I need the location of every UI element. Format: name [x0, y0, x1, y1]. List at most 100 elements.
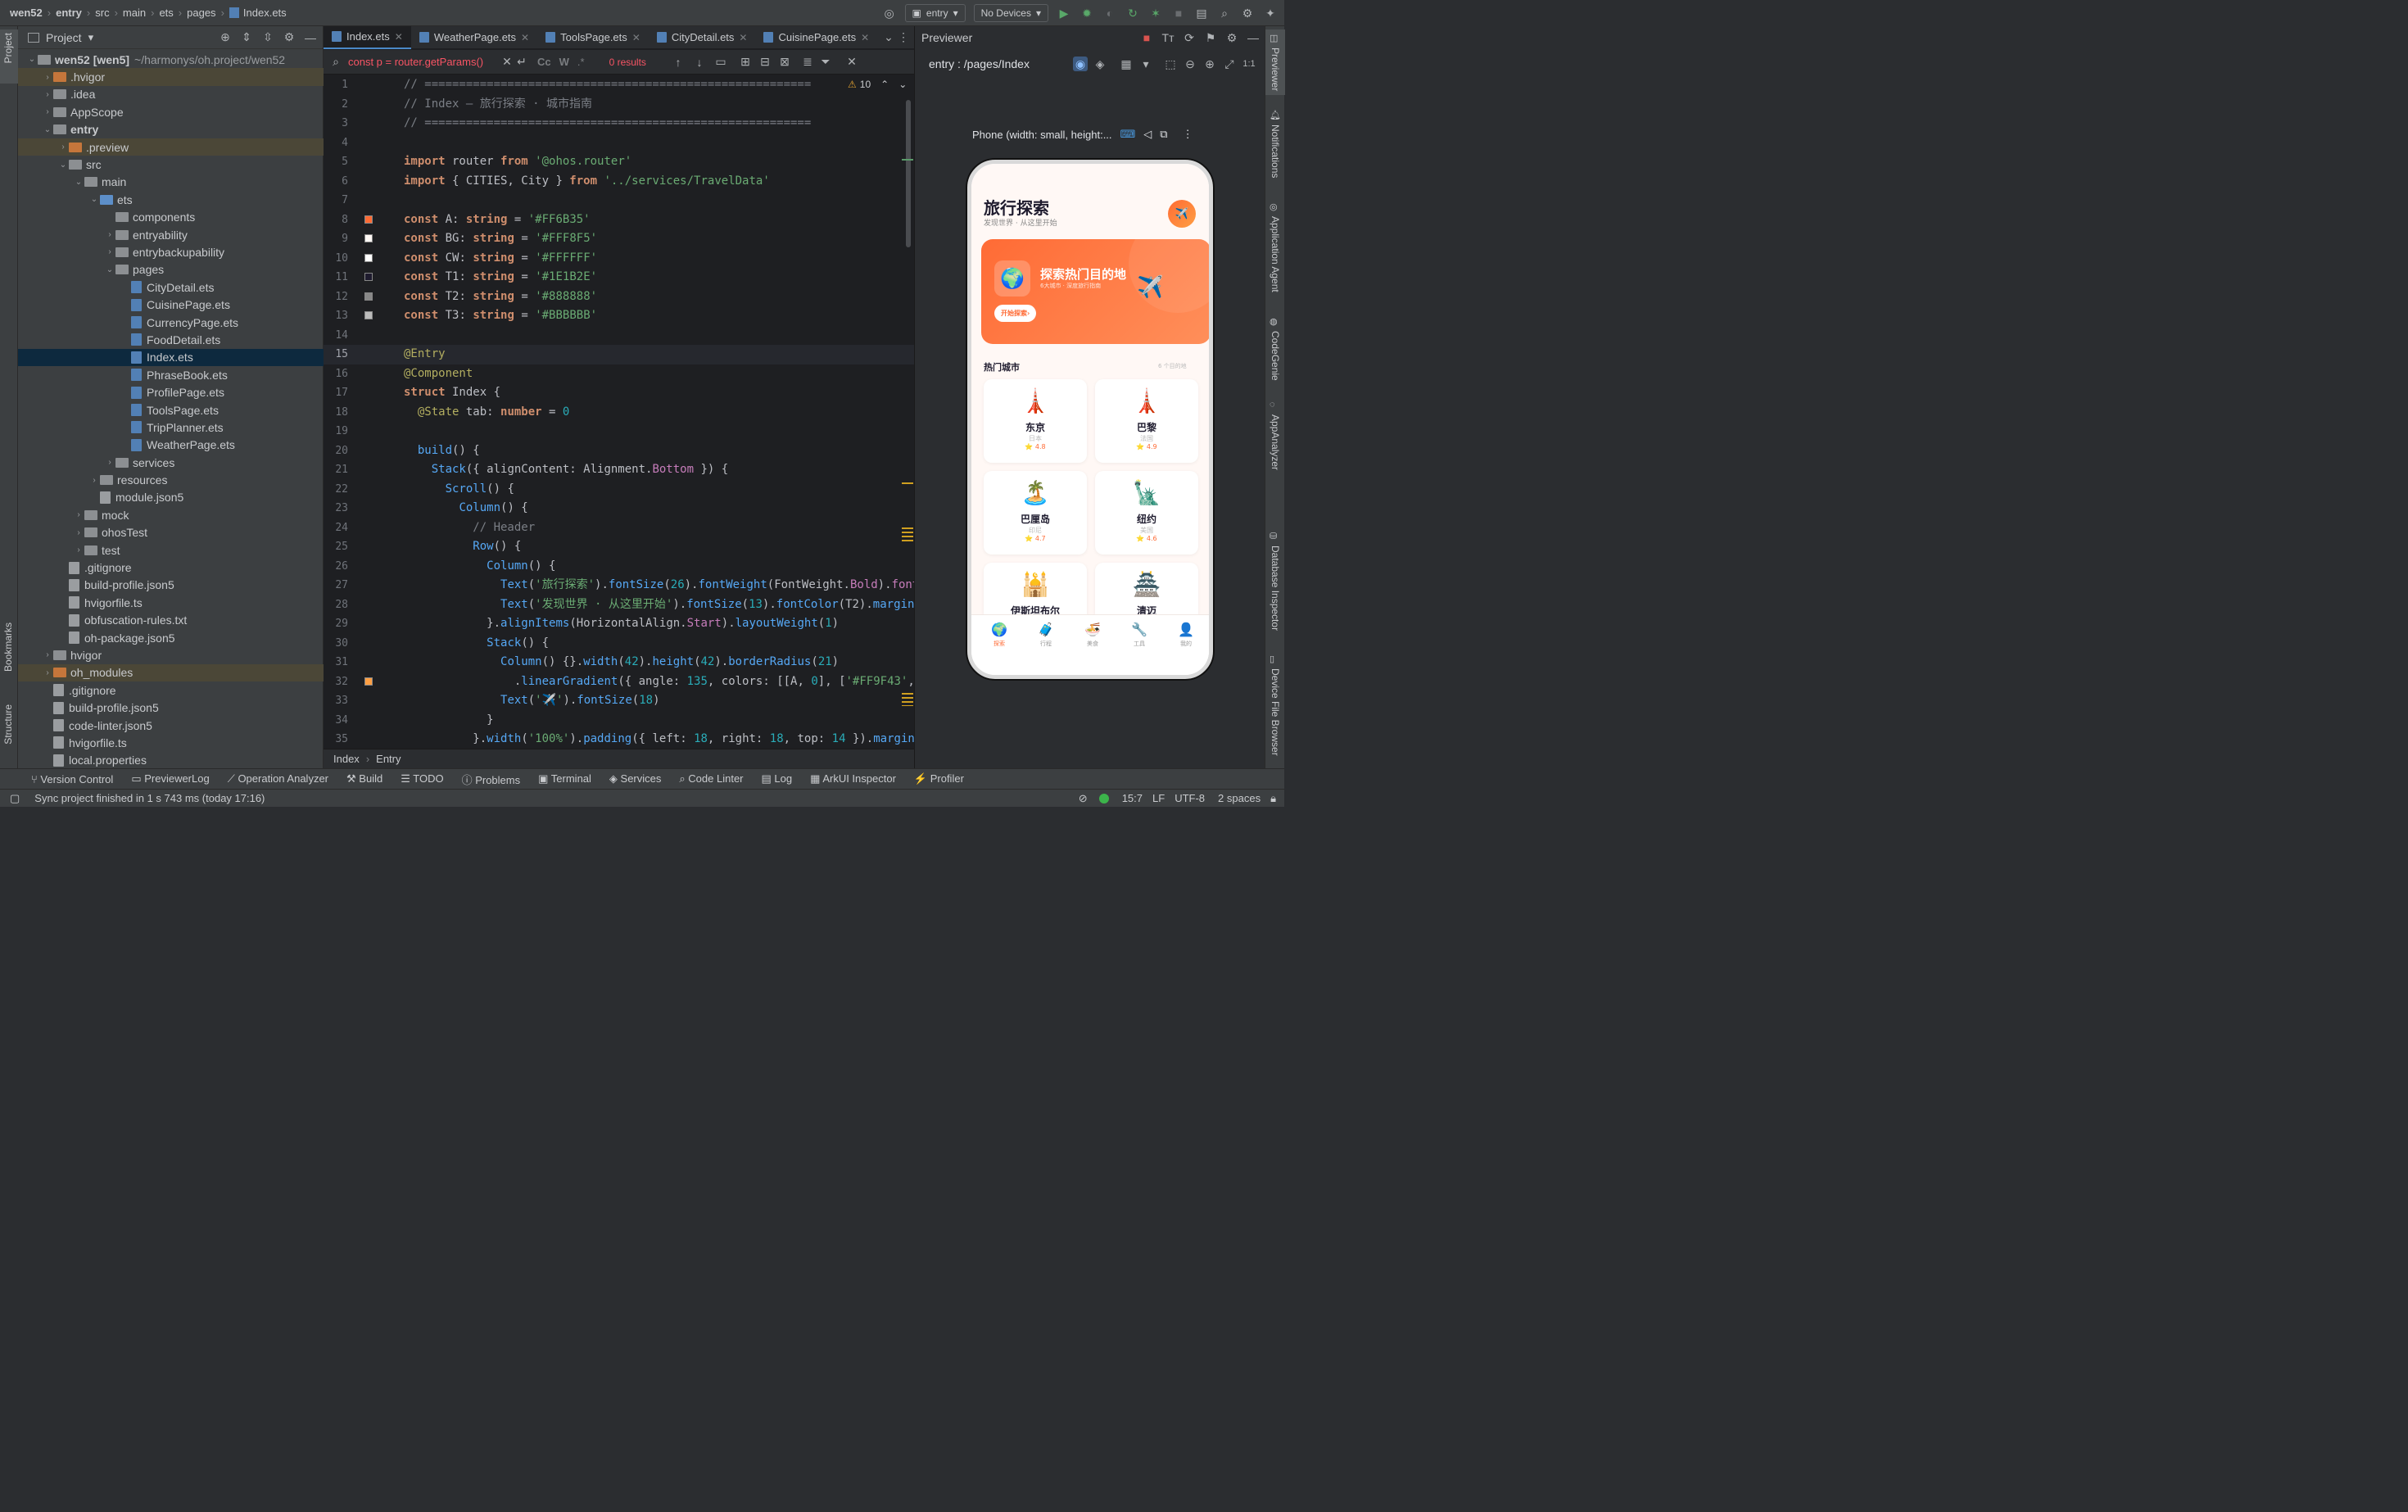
- line-number[interactable]: 1: [324, 75, 348, 95]
- search-icon[interactable]: ⌕: [1217, 6, 1232, 20]
- line-number[interactable]: 17: [324, 383, 348, 403]
- tree-item[interactable]: › AppScope: [18, 103, 324, 120]
- line-separator[interactable]: LF: [1152, 792, 1165, 804]
- code-line[interactable]: 11 const T1: string = '#1E1B2E': [324, 268, 914, 287]
- tree-item[interactable]: › oh_modules: [18, 663, 324, 682]
- line-number[interactable]: 31: [324, 653, 348, 672]
- find-input[interactable]: const p = router.getParams(): [348, 56, 500, 68]
- breadcrumb-item[interactable]: pages: [187, 7, 215, 19]
- line-number[interactable]: 14: [324, 326, 348, 346]
- file-encoding[interactable]: UTF-8: [1175, 792, 1205, 804]
- tree-item[interactable]: CuisinePage.ets: [18, 296, 324, 313]
- tab-cuisine[interactable]: CuisinePage.ets ✕: [755, 26, 877, 49]
- breadcrumb-item[interactable]: Index.ets: [243, 7, 287, 19]
- chevron-right-icon[interactable]: ›: [73, 528, 84, 537]
- tab-citydetail[interactable]: CityDetail.ets ✕: [649, 26, 756, 49]
- code-line[interactable]: 7: [324, 191, 914, 211]
- line-number[interactable]: 32: [324, 672, 348, 692]
- code-line[interactable]: 23 Column() {: [324, 499, 914, 518]
- codegenie-tool-tab[interactable]: CodeGenie: [1270, 331, 1281, 381]
- match-case-icon[interactable]: Cc: [537, 56, 551, 68]
- words-icon[interactable]: W: [559, 56, 569, 68]
- operation-analyzer-tab[interactable]: ⟋ Operation Analyzer: [228, 772, 328, 785]
- breadcrumb-item[interactable]: wen52: [10, 7, 43, 19]
- nav-item[interactable]: 🍜 美食: [1071, 615, 1114, 648]
- minimize-icon[interactable]: —: [1246, 30, 1261, 45]
- line-number[interactable]: 2: [324, 95, 348, 115]
- code-line[interactable]: 4: [324, 134, 914, 153]
- fit-icon[interactable]: ⬚: [1163, 57, 1178, 71]
- inspect-icon[interactable]: ⚑: [1203, 30, 1218, 45]
- chevron-right-icon[interactable]: ›: [42, 650, 53, 659]
- code-line[interactable]: 26 Column() {: [324, 557, 914, 577]
- version-control-tab[interactable]: ⑂ Version Control: [31, 773, 113, 785]
- chevron-down-icon[interactable]: ⌄: [42, 125, 53, 134]
- chevron-down-icon[interactable]: ⌄: [57, 161, 69, 170]
- close-icon[interactable]: ✕: [395, 31, 403, 43]
- inspection-widget[interactable]: ⚠ 10 ⌃ ⌄: [848, 79, 907, 90]
- tree-item[interactable]: local.properties: [18, 752, 324, 769]
- code-line[interactable]: 9 const BG: string = '#FFF8F5': [324, 229, 914, 249]
- city-card[interactable]: 🗽 纽约 美国 ⭐ 4.6: [1095, 471, 1198, 555]
- chevron-down-icon[interactable]: ⌄: [898, 79, 907, 90]
- color-swatch-icon[interactable]: [364, 292, 373, 301]
- filter-lines-icon[interactable]: ≣: [800, 55, 815, 70]
- editor-breadcrumb-item[interactable]: Entry: [376, 753, 401, 765]
- color-swatch-icon[interactable]: [364, 215, 373, 224]
- chevron-right-icon[interactable]: ›: [42, 90, 53, 99]
- line-number[interactable]: 19: [324, 422, 348, 441]
- component-tree-icon[interactable]: ◉: [1073, 57, 1088, 71]
- tree-item[interactable]: › entryability: [18, 226, 324, 243]
- line-number[interactable]: 27: [324, 576, 348, 595]
- code-line[interactable]: 1 // ====================================…: [324, 75, 914, 95]
- line-number[interactable]: 30: [324, 634, 348, 654]
- rotate-icon[interactable]: ⧉: [1160, 128, 1167, 141]
- layers-icon[interactable]: ◈: [1093, 57, 1107, 71]
- line-number[interactable]: 33: [324, 691, 348, 711]
- code-line[interactable]: 12 const T2: string = '#888888': [324, 287, 914, 307]
- locate-icon[interactable]: ⊕: [218, 30, 233, 45]
- color-swatch-icon[interactable]: [364, 253, 373, 262]
- collapse-all-icon[interactable]: ⇳: [260, 30, 275, 45]
- tree-item[interactable]: WeatherPage.ets: [18, 437, 324, 454]
- terminal-tab[interactable]: ▣ Terminal: [538, 772, 591, 785]
- structure-tool-tab[interactable]: Structure: [2, 704, 14, 745]
- newline-icon[interactable]: ↵: [514, 55, 529, 70]
- debug-icon[interactable]: ✹: [1080, 6, 1094, 20]
- previewer-log-tab[interactable]: ▭ PreviewerLog: [131, 772, 209, 785]
- apply-changes-icon[interactable]: ↻: [1125, 6, 1140, 20]
- close-icon[interactable]: ✕: [632, 32, 640, 43]
- code-line[interactable]: 14: [324, 326, 914, 346]
- keyboard-icon[interactable]: ⌨: [1120, 128, 1136, 141]
- notifications-tool-tab[interactable]: Notifications: [1270, 124, 1281, 178]
- code-line[interactable]: 30 Stack() {: [324, 634, 914, 654]
- tab-tools[interactable]: ToolsPage.ets ✕: [537, 26, 649, 49]
- code-line[interactable]: 5 import router from '@ohos.router': [324, 152, 914, 172]
- city-card[interactable]: 🏝️ 巴厘岛 印尼 ⭐ 4.7: [984, 471, 1087, 555]
- actual-size-icon[interactable]: 1:1: [1242, 57, 1256, 71]
- line-number[interactable]: 28: [324, 595, 348, 615]
- arkui-inspector-tab[interactable]: ▦ ArkUI Inspector: [810, 772, 896, 785]
- chevron-down-icon[interactable]: ⌄: [73, 178, 84, 187]
- cursor-position[interactable]: 15:7: [1122, 792, 1143, 804]
- bookmarks-tool-tab[interactable]: Bookmarks: [2, 622, 14, 672]
- tree-item[interactable]: obfuscation-rules.txt: [18, 612, 324, 629]
- line-number[interactable]: 3: [324, 114, 348, 134]
- code-line[interactable]: 21 Stack({ alignContent: Alignment.Botto…: [324, 460, 914, 480]
- no-sync-icon[interactable]: ⊘: [1079, 792, 1088, 805]
- tree-item[interactable]: › .idea: [18, 86, 324, 103]
- tree-item[interactable]: › hvigor: [18, 646, 324, 663]
- avatar[interactable]: ✈️: [1168, 200, 1196, 228]
- tree-item[interactable]: CurrencyPage.ets: [18, 314, 324, 331]
- line-number[interactable]: 29: [324, 614, 348, 634]
- breadcrumb-item[interactable]: ets: [159, 7, 173, 19]
- clear-icon[interactable]: ✕: [500, 55, 514, 70]
- city-card[interactable]: 🗼 巴黎 法国 ⭐ 4.9: [1095, 379, 1198, 463]
- tree-item[interactable]: components: [18, 209, 324, 226]
- run-icon[interactable]: ▶: [1057, 6, 1071, 20]
- tree-item[interactable]: .gitignore: [18, 559, 324, 576]
- chevron-right-icon[interactable]: ›: [104, 458, 115, 467]
- line-number[interactable]: 18: [324, 403, 348, 423]
- refresh-icon[interactable]: ⟳: [1182, 30, 1197, 45]
- tree-item[interactable]: oh-package.json5: [18, 629, 324, 646]
